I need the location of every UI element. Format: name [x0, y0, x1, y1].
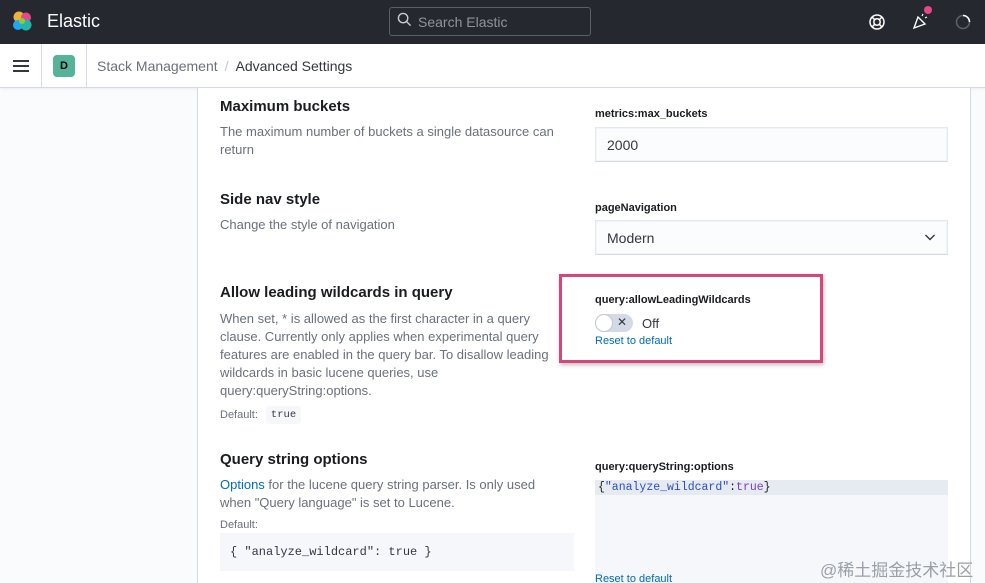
- json-key: "analyze_wildcard": [604, 481, 730, 494]
- chevron-down-icon: [924, 230, 936, 246]
- breadcrumb-bar: D Stack Management / Advanced Settings: [0, 44, 985, 88]
- breadcrumb-separator: /: [224, 58, 229, 74]
- toggle-knob: [595, 314, 613, 332]
- options-link[interactable]: Options: [220, 477, 265, 492]
- search-icon: [397, 12, 412, 32]
- leading-wildcards-toggle[interactable]: ✕ Off: [595, 314, 659, 332]
- field-label-page-navigation: pageNavigation: [595, 202, 677, 214]
- menu-toggle-button[interactable]: [0, 44, 42, 88]
- breadcrumb-advanced-settings: Advanced Settings: [235, 58, 353, 74]
- setting-title-side-nav: Side nav style: [220, 191, 321, 208]
- help-icon[interactable]: [867, 12, 887, 32]
- hamburger-icon: [12, 60, 29, 72]
- field-label-max-buckets: metrics:max_buckets: [595, 108, 708, 120]
- field-label-allow-leading-wildcards: query:allowLeadingWildcards: [595, 294, 751, 306]
- options-description-text: for the lucene query string parser. Is o…: [220, 477, 536, 510]
- watermark-text: @稀土掘金技术社区: [820, 561, 974, 580]
- json-editor-line: {"analyze_wildcard":true}: [595, 480, 948, 495]
- setting-title-query-string: Query string options: [220, 451, 368, 468]
- setting-title-max-buckets: Maximum buckets: [220, 98, 351, 115]
- setting-description-side-nav: Change the style of navigation: [220, 217, 395, 232]
- page-navigation-select[interactable]: Modern: [595, 220, 948, 255]
- json-brace-open: {: [598, 481, 605, 494]
- json-colon: :: [729, 481, 737, 494]
- close-icon: ✕: [616, 315, 627, 329]
- default-label: Default:: [220, 409, 258, 421]
- json-value: true: [736, 481, 764, 494]
- setting-description-max-buckets: The maximum number of buckets a single d…: [220, 124, 554, 157]
- search-input[interactable]: Search Elastic: [389, 7, 591, 36]
- default-code-block: { "analyze_wildcard": true }: [220, 533, 574, 571]
- setting-title-leading-wildcards: Allow leading wildcards in query: [220, 284, 453, 301]
- settings-panel: Maximum buckets The maximum number of bu…: [197, 88, 971, 583]
- space-selector[interactable]: D: [42, 44, 87, 88]
- breadcrumb: Stack Management / Advanced Settings: [97, 58, 352, 74]
- space-avatar: D: [53, 55, 75, 77]
- default-value-chip: true: [265, 406, 302, 424]
- default-row-leading-wildcards: Default: true: [220, 406, 302, 424]
- notification-badge: [924, 6, 932, 14]
- setting-description-query-string: Options for the lucene query string pars…: [220, 476, 560, 512]
- top-header: Elastic Search Elastic: [0, 0, 985, 44]
- setting-description-leading-wildcards: When set, * is allowed as the first char…: [220, 311, 549, 398]
- max-buckets-value: 2000: [607, 136, 639, 153]
- toggle-state-label: Off: [642, 315, 660, 331]
- default-label: Default:: [220, 519, 258, 531]
- json-brace-close: }: [763, 481, 771, 494]
- breadcrumb-stack-management[interactable]: Stack Management: [97, 58, 218, 74]
- reset-to-default-link-query-string[interactable]: Reset to default: [595, 573, 672, 583]
- default-label-query-string: Default:: [220, 519, 258, 531]
- search-placeholder: Search Elastic: [418, 13, 508, 30]
- toggle-switch[interactable]: ✕: [595, 314, 633, 332]
- page-navigation-value: Modern: [607, 229, 655, 246]
- field-label-query-string-options: query:queryString:options: [595, 461, 734, 473]
- newsfeed-icon[interactable]: [910, 6, 932, 32]
- max-buckets-input[interactable]: 2000: [595, 127, 948, 162]
- loading-spinner-icon: [953, 12, 973, 32]
- reset-to-default-link[interactable]: Reset to default: [595, 335, 672, 347]
- elastic-logo-icon[interactable]: [11, 10, 33, 32]
- brand-name[interactable]: Elastic: [47, 11, 100, 32]
